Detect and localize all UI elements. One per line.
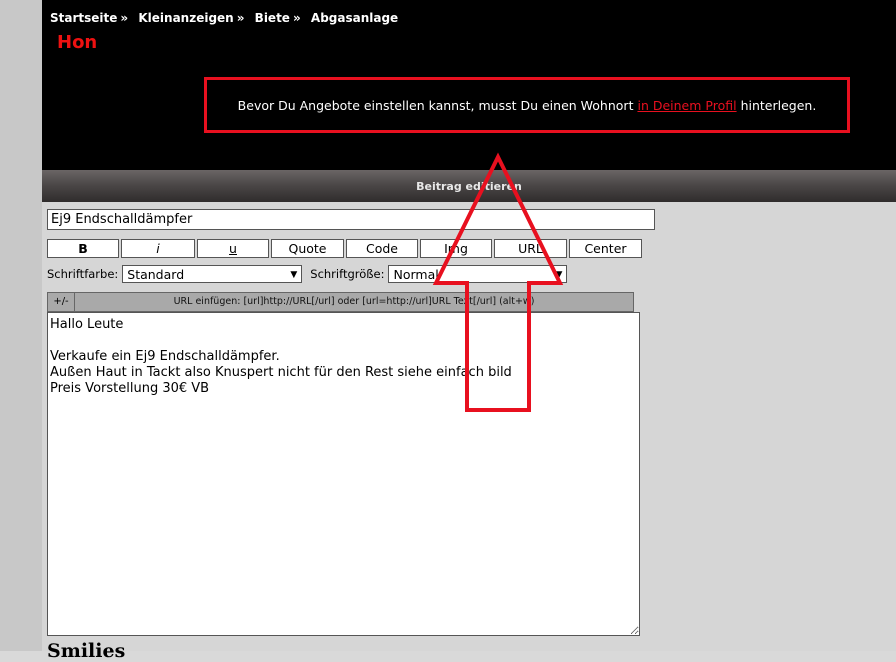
breadcrumb-startseite[interactable]: Startseite bbox=[50, 11, 117, 25]
breadcrumb-separator: » bbox=[292, 11, 301, 25]
hint-strip: +/- URL einfügen: [url]http://URL[/url] … bbox=[47, 292, 634, 312]
left-gutter bbox=[0, 0, 42, 651]
dropdown-arrow-icon: ▼ bbox=[555, 270, 563, 280]
page-title: Hon bbox=[57, 32, 98, 53]
url-button[interactable]: URL bbox=[494, 239, 567, 258]
notice-text-before: Bevor Du Angebote einstellen kannst, mus… bbox=[237, 97, 634, 113]
center-button[interactable]: Center bbox=[569, 239, 642, 258]
breadcrumb: Startseite» Kleinanzeigen» Biete» Abgasa… bbox=[50, 11, 398, 25]
profile-notice: Bevor Du Angebote einstellen kannst, mus… bbox=[204, 77, 850, 133]
header: Startseite» Kleinanzeigen» Biete» Abgasa… bbox=[42, 0, 896, 170]
toggle-button[interactable]: +/- bbox=[47, 292, 75, 312]
font-color-value: Standard bbox=[127, 267, 185, 282]
font-color-select[interactable]: Standard ▼ bbox=[122, 265, 303, 283]
section-title-bar: Beitrag editieren bbox=[42, 170, 896, 202]
code-button[interactable]: Code bbox=[346, 239, 418, 258]
url-hint: URL einfügen: [url]http://URL[/url] oder… bbox=[75, 292, 634, 312]
italic-button[interactable]: i bbox=[121, 239, 195, 258]
underline-button[interactable]: u bbox=[197, 239, 269, 258]
page: Startseite» Kleinanzeigen» Biete» Abgasa… bbox=[42, 0, 896, 662]
profile-link[interactable]: in Deinem Profil bbox=[637, 98, 736, 113]
font-options: Schriftfarbe: Standard ▼ Schriftgröße: N… bbox=[47, 265, 568, 283]
smilies-heading: Smilies bbox=[47, 640, 126, 662]
message-textarea[interactable]: Hallo Leute Verkaufe ein Ej9 Endschalldä… bbox=[47, 312, 640, 636]
font-size-select[interactable]: Normal ▼ bbox=[388, 265, 568, 283]
notice-text-after: hinterlegen. bbox=[740, 97, 817, 113]
breadcrumb-separator: » bbox=[236, 11, 245, 25]
font-size-label: Schriftgröße: bbox=[310, 267, 385, 281]
quote-button[interactable]: Quote bbox=[271, 239, 344, 258]
dropdown-arrow-icon: ▼ bbox=[290, 270, 298, 280]
img-button[interactable]: Img bbox=[420, 239, 492, 258]
breadcrumb-separator: » bbox=[120, 11, 129, 25]
format-toolbar: B i u Quote Code Img URL Center bbox=[47, 239, 642, 258]
subject-input[interactable] bbox=[47, 209, 655, 230]
breadcrumb-kleinanzeigen[interactable]: Kleinanzeigen bbox=[138, 11, 233, 25]
font-size-value: Normal bbox=[393, 267, 439, 282]
bold-button[interactable]: B bbox=[47, 239, 119, 258]
font-color-label: Schriftfarbe: bbox=[47, 267, 119, 281]
breadcrumb-abgasanlage: Abgasanlage bbox=[310, 11, 399, 25]
breadcrumb-biete[interactable]: Biete bbox=[255, 11, 290, 25]
